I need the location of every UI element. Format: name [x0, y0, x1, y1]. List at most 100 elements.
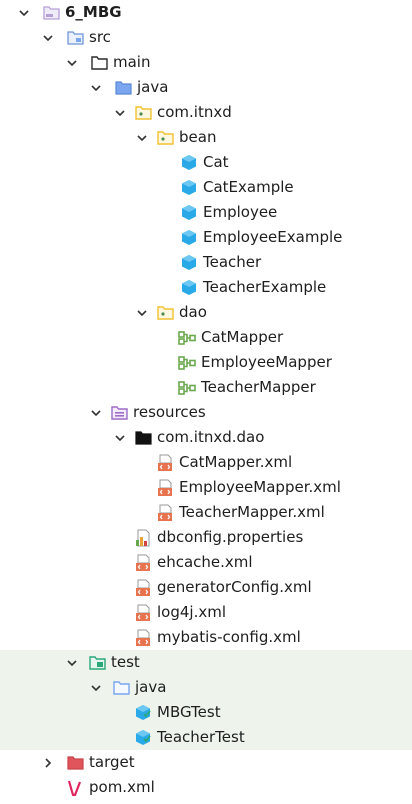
tree-node-properties-file[interactable]: dbconfig.properties	[0, 525, 412, 550]
folder-icon	[134, 429, 152, 447]
tree-node-test-class[interactable]: MBGTest	[0, 700, 412, 725]
java-label: java	[137, 78, 169, 96]
interface-icon	[178, 329, 196, 347]
class-label: Employee	[203, 203, 278, 221]
tree-node-class[interactable]: Teacher	[0, 250, 412, 275]
class-icon	[180, 279, 198, 297]
test-folder-icon	[88, 654, 106, 672]
package-icon	[156, 304, 174, 322]
chevron-down-icon[interactable]	[88, 80, 104, 96]
interface-icon	[178, 379, 196, 397]
project-tree: 6_MBG src main java com.itnxd bean Cat C…	[0, 0, 412, 804]
resources-folder-icon	[110, 404, 128, 422]
test-class-label: TeacherTest	[157, 728, 245, 746]
folder-icon	[90, 54, 108, 72]
chevron-down-icon[interactable]	[134, 130, 150, 146]
chevron-down-icon[interactable]	[134, 305, 150, 321]
tree-node-test-java[interactable]: java	[0, 675, 412, 700]
tree-node-main[interactable]: main	[0, 50, 412, 75]
test-class-icon	[134, 704, 152, 722]
tree-node-resource-package[interactable]: com.itnxd.dao	[0, 425, 412, 450]
tree-node-interface[interactable]: TeacherMapper	[0, 375, 412, 400]
resources-label: resources	[133, 403, 206, 421]
pom-label: pom.xml	[89, 778, 155, 796]
xml-file-label: ehcache.xml	[157, 553, 253, 571]
xml-file-label: mybatis-config.xml	[157, 628, 301, 646]
tree-node-package-root[interactable]: com.itnxd	[0, 100, 412, 125]
xml-file-label: TeacherMapper.xml	[179, 503, 325, 521]
tree-node-class[interactable]: Employee	[0, 200, 412, 225]
tree-node-target[interactable]: target	[0, 750, 412, 775]
xml-file-label: EmployeeMapper.xml	[179, 478, 341, 496]
xml-file-icon	[156, 454, 174, 472]
chevron-down-icon[interactable]	[64, 55, 80, 71]
folder-icon	[112, 679, 130, 697]
xml-file-label: generatorConfig.xml	[157, 578, 312, 596]
dao-label: dao	[179, 303, 207, 321]
resource-package-label: com.itnxd.dao	[157, 428, 265, 446]
interface-label: CatMapper	[201, 328, 284, 346]
tree-node-test-class[interactable]: TeacherTest	[0, 725, 412, 750]
xml-file-icon	[134, 604, 152, 622]
tree-node-src[interactable]: src	[0, 25, 412, 50]
class-label: TeacherExample	[203, 278, 327, 296]
module-folder-icon	[42, 4, 60, 22]
class-icon	[180, 179, 198, 197]
chevron-down-icon[interactable]	[88, 405, 104, 421]
xml-file-icon	[156, 479, 174, 497]
tree-node-interface[interactable]: EmployeeMapper	[0, 350, 412, 375]
tree-node-class[interactable]: TeacherExample	[0, 275, 412, 300]
project-name: 6_MBG	[65, 3, 122, 21]
tree-node-dao[interactable]: dao	[0, 300, 412, 325]
properties-file-icon	[134, 529, 152, 547]
package-icon	[156, 129, 174, 147]
interface-label: EmployeeMapper	[201, 353, 332, 371]
tree-node-xml-file[interactable]: ehcache.xml	[0, 550, 412, 575]
class-icon	[180, 229, 198, 247]
test-java-label: java	[135, 678, 167, 696]
xml-file-label: CatMapper.xml	[179, 453, 293, 471]
tree-node-bean[interactable]: bean	[0, 125, 412, 150]
xml-file-icon	[134, 554, 152, 572]
tree-node-resources[interactable]: resources	[0, 400, 412, 425]
xml-file-label: log4j.xml	[157, 603, 227, 621]
chevron-down-icon[interactable]	[88, 680, 104, 696]
chevron-down-icon[interactable]	[112, 105, 128, 121]
test-class-icon	[134, 729, 152, 747]
chevron-down-icon[interactable]	[16, 5, 32, 21]
properties-file-label: dbconfig.properties	[157, 528, 304, 546]
tree-node-java[interactable]: java	[0, 75, 412, 100]
package-icon	[134, 104, 152, 122]
class-icon	[180, 204, 198, 222]
main-label: main	[113, 53, 151, 71]
tree-node-class[interactable]: CatExample	[0, 175, 412, 200]
interface-icon	[178, 354, 196, 372]
tree-node-class[interactable]: Cat	[0, 150, 412, 175]
class-label: Cat	[203, 153, 229, 171]
tree-node-test[interactable]: test	[0, 650, 412, 675]
tree-node-xml-file[interactable]: mybatis-config.xml	[0, 625, 412, 650]
target-label: target	[89, 753, 135, 771]
class-icon	[180, 254, 198, 272]
class-label: Teacher	[203, 253, 262, 271]
chevron-down-icon[interactable]	[112, 430, 128, 446]
source-folder-icon	[66, 29, 84, 47]
tree-node-xml-file[interactable]: log4j.xml	[0, 600, 412, 625]
chevron-right-icon[interactable]	[40, 755, 56, 771]
tree-node-project[interactable]: 6_MBG	[0, 0, 412, 25]
bean-label: bean	[179, 128, 217, 146]
class-label: EmployeeExample	[203, 228, 343, 246]
tree-node-xml-file[interactable]: generatorConfig.xml	[0, 575, 412, 600]
tree-node-xml-file[interactable]: CatMapper.xml	[0, 450, 412, 475]
tree-node-xml-file[interactable]: EmployeeMapper.xml	[0, 475, 412, 500]
class-label: CatExample	[203, 178, 294, 196]
tree-node-pom[interactable]: pom.xml	[0, 775, 412, 800]
maven-icon	[66, 779, 84, 797]
tree-node-xml-file[interactable]: TeacherMapper.xml	[0, 500, 412, 525]
chevron-down-icon[interactable]	[40, 30, 56, 46]
class-icon	[180, 154, 198, 172]
tree-node-interface[interactable]: CatMapper	[0, 325, 412, 350]
test-class-label: MBGTest	[157, 703, 221, 721]
chevron-down-icon[interactable]	[64, 655, 80, 671]
tree-node-class[interactable]: EmployeeExample	[0, 225, 412, 250]
